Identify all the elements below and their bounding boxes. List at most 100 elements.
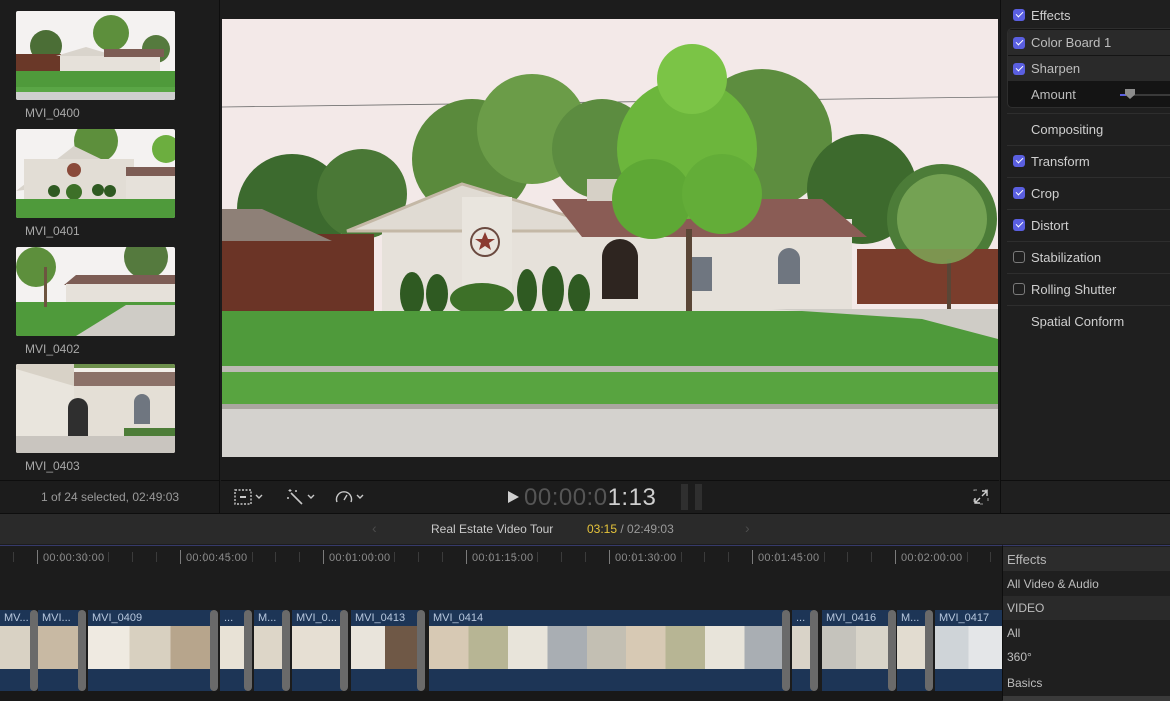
clip-edit-handle[interactable] xyxy=(782,610,790,691)
transform-crop-icon xyxy=(234,489,252,505)
timeline-clip[interactable]: MVI... xyxy=(38,610,80,691)
clip-edit-handle[interactable] xyxy=(417,610,425,691)
checkbox-distort[interactable] xyxy=(1013,219,1025,231)
ruler-minor-tick xyxy=(537,552,538,562)
timeline-clip[interactable]: MVI_0414 xyxy=(429,610,784,691)
ruler-major-tick xyxy=(895,550,896,564)
ruler-minor-tick xyxy=(967,552,968,562)
clip-edit-handle[interactable] xyxy=(888,610,896,691)
transform-menu-button[interactable] xyxy=(234,488,263,506)
timecode-bright: 1:13 xyxy=(607,484,657,511)
effects-stack: Color Board 1 Sharpen Amount xyxy=(1007,28,1170,108)
checkbox-transform[interactable] xyxy=(1013,155,1025,167)
timeline-clip-label: ... xyxy=(224,612,234,624)
checkbox-effects[interactable] xyxy=(1013,9,1025,21)
clip-edit-handle[interactable] xyxy=(282,610,290,691)
timeline-ruler[interactable]: 00:00:30:00 00:00:45:00 00:01:00:00 00:01:1… xyxy=(0,546,1002,570)
timeline-clip[interactable]: M... xyxy=(254,610,284,691)
clip-filmstrip xyxy=(0,626,32,669)
browser-clip[interactable]: MVI_0402 xyxy=(16,247,175,356)
play-icon[interactable] xyxy=(508,491,519,503)
clip-filmstrip xyxy=(897,626,927,669)
ruler-timecode-label: 00:01:30:00 xyxy=(615,552,677,564)
checkbox-crop[interactable] xyxy=(1013,187,1025,199)
effect-sharpen[interactable]: Sharpen xyxy=(1008,56,1170,81)
inspector-section-transform[interactable]: Transform xyxy=(1001,146,1170,176)
timeline-clip[interactable]: MVI_0417 xyxy=(935,610,1002,691)
enhancements-menu-button[interactable] xyxy=(286,488,315,506)
clip-filmstrip xyxy=(351,626,419,669)
checkbox-stabilization[interactable] xyxy=(1013,251,1025,263)
inspector-section-rolling-shutter[interactable]: Rolling Shutter xyxy=(1001,274,1170,304)
forward-chevron-icon[interactable]: › xyxy=(745,520,750,536)
clip-thumbnail[interactable] xyxy=(16,11,175,100)
timeline-clip[interactable]: M... xyxy=(897,610,927,691)
clip-thumbnail[interactable] xyxy=(16,364,175,453)
timeline-clip[interactable]: MVI_0413 xyxy=(351,610,419,691)
ruler-minor-tick xyxy=(299,552,300,562)
clip-edit-handle[interactable] xyxy=(78,610,86,691)
inspector-section-crop[interactable]: Crop xyxy=(1001,178,1170,208)
ruler-timecode-label: 00:01:00:00 xyxy=(329,552,391,564)
ruler-major-tick xyxy=(323,550,324,564)
timecode-display[interactable]: 00:00:01:13 xyxy=(524,484,656,512)
amount-parameter: Amount xyxy=(1008,81,1170,107)
effects-category[interactable]: Basics xyxy=(1003,671,1170,695)
inspector-section-stabilization[interactable]: Stabilization xyxy=(1001,242,1170,272)
section-label: Spatial Conform xyxy=(1031,313,1125,329)
clip-thumbnail[interactable] xyxy=(16,129,175,218)
timeline-clip[interactable]: MV... xyxy=(0,610,32,691)
timeline[interactable]: 00:00:30:00 00:00:45:00 00:01:00:00 00:01:1… xyxy=(0,545,1002,701)
back-chevron-icon[interactable]: ‹ xyxy=(372,520,377,536)
ruler-major-tick xyxy=(37,550,38,564)
ruler-minor-tick xyxy=(156,552,157,562)
timeline-clip[interactable]: MVI_0... xyxy=(292,610,342,691)
clip-edit-handle[interactable] xyxy=(925,610,933,691)
clip-thumbnail[interactable] xyxy=(16,247,175,336)
checkbox-sharpen[interactable] xyxy=(1013,62,1025,75)
clip-edit-handle[interactable] xyxy=(810,610,818,691)
ruler-minor-tick xyxy=(13,552,14,562)
primary-storyline: MV... MVI... MVI_0409... M... MVI_0... MVI_04… xyxy=(0,610,1002,691)
clip-filmstrip xyxy=(254,626,284,669)
clip-edit-handle[interactable] xyxy=(210,610,218,691)
effects-browser-title: Effects xyxy=(1003,547,1170,571)
ruler-minor-tick xyxy=(394,552,395,562)
clip-edit-handle[interactable] xyxy=(244,610,252,691)
clip-filmstrip xyxy=(429,626,784,669)
browser-clip[interactable]: MVI_0403 xyxy=(16,364,175,473)
timeline-clip[interactable]: MVI_0416 xyxy=(822,610,890,691)
timeline-clip[interactable]: ... xyxy=(792,610,812,691)
clip-edit-handle[interactable] xyxy=(30,610,38,691)
inspector-section-compositing[interactable]: Compositing xyxy=(1001,114,1170,144)
effects-category[interactable]: 360° xyxy=(1003,645,1170,669)
ruler-minor-tick xyxy=(990,552,991,562)
timeline-clip-label: MVI_0409 xyxy=(92,612,143,624)
clip-filmstrip xyxy=(88,626,212,669)
ruler-timecode-label: 00:01:45:00 xyxy=(758,552,820,564)
clip-filmstrip xyxy=(38,626,80,669)
clip-name: MVI_0400 xyxy=(25,106,80,120)
browser-clip[interactable]: MVI_0400 xyxy=(16,11,175,120)
inspector-section-effects[interactable]: Effects xyxy=(1001,0,1170,30)
slider-knob[interactable] xyxy=(1125,89,1135,99)
timeline-clip[interactable]: MVI_0409 xyxy=(88,610,212,691)
effects-category[interactable]: All xyxy=(1003,621,1170,645)
inspector-section-distort[interactable]: Distort xyxy=(1001,210,1170,240)
clip-edit-handle[interactable] xyxy=(340,610,348,691)
checkbox-rolling-shutter[interactable] xyxy=(1013,283,1025,295)
inspector-section-spatial-conform[interactable]: Spatial Conform xyxy=(1001,306,1170,336)
amount-slider[interactable] xyxy=(1120,89,1170,99)
fullscreen-icon[interactable] xyxy=(973,489,989,505)
video-frame[interactable] xyxy=(222,19,998,457)
effects-category[interactable]: All Video & Audio xyxy=(1003,572,1170,596)
timeline-clip[interactable]: ... xyxy=(220,610,246,691)
browser-clip[interactable]: MVI_0401 xyxy=(16,129,175,238)
effect-color-board[interactable]: Color Board 1 xyxy=(1008,30,1170,55)
retime-menu-button[interactable] xyxy=(335,488,364,506)
timeline-clip-label: MVI_0413 xyxy=(355,612,406,624)
section-label: Distort xyxy=(1031,217,1069,233)
section-label: Crop xyxy=(1031,185,1060,201)
clip-name: MVI_0401 xyxy=(25,224,80,238)
checkbox-color-board[interactable] xyxy=(1013,36,1025,49)
